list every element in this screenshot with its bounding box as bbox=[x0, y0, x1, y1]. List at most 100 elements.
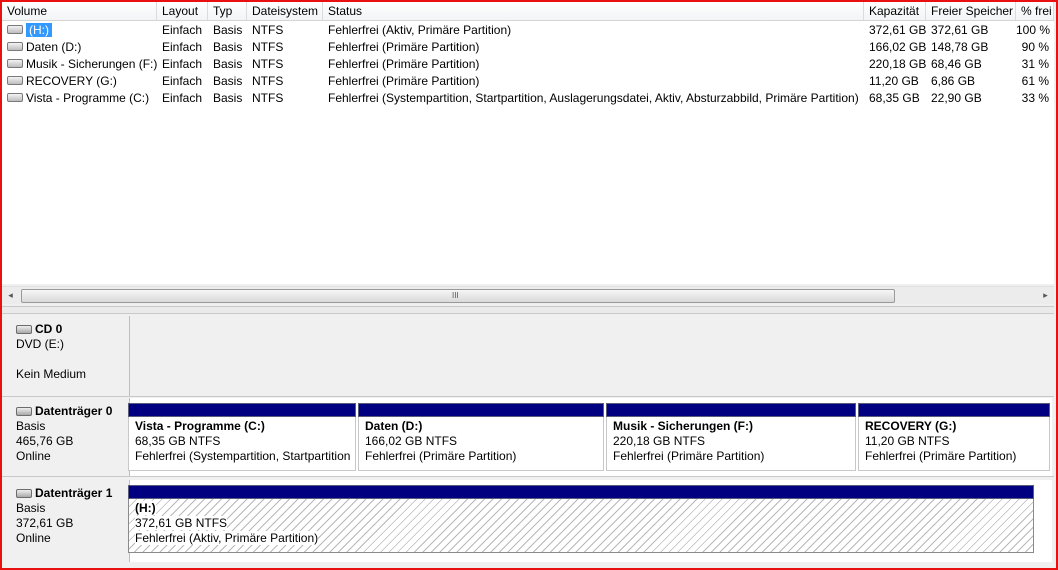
volume-filesystem: NTFS bbox=[252, 40, 284, 54]
volume-status: Fehlerfrei (Aktiv, Primäre Partition) bbox=[328, 23, 512, 37]
disk-state: Online bbox=[16, 449, 51, 463]
partition-size: 220,18 GB NTFS bbox=[613, 434, 706, 448]
partition-name: Daten (D:) bbox=[365, 419, 423, 433]
volume-capacity: 220,18 GB bbox=[869, 57, 926, 71]
column-header-dateisystem[interactable]: Dateisystem bbox=[247, 2, 323, 20]
volume-filesystem: NTFS bbox=[252, 23, 284, 37]
disk-type: Basis bbox=[16, 419, 46, 433]
scrollbar-thumb[interactable]: III bbox=[21, 289, 895, 303]
partition-size: 68,35 GB NTFS bbox=[135, 434, 221, 448]
partition-size: 372,61 GB NTFS bbox=[135, 516, 228, 530]
partition-size: 11,20 GB NTFS bbox=[865, 434, 950, 448]
drive-icon bbox=[7, 93, 23, 103]
partition-name: Musik - Sicherungen (F:) bbox=[613, 419, 754, 433]
volume-name: RECOVERY (G:) bbox=[26, 74, 117, 88]
volume-capacity: 166,02 GB bbox=[869, 40, 926, 54]
column-header-layout[interactable]: Layout bbox=[157, 2, 208, 20]
volume-capacity: 372,61 GB bbox=[869, 23, 926, 37]
partition-name: Vista - Programme (C:) bbox=[135, 419, 265, 433]
volume-percent-free: 61 % bbox=[1021, 74, 1049, 88]
partition-status: Fehlerfrei (Aktiv, Primäre Partition) bbox=[135, 531, 319, 545]
volume-layout: Einfach bbox=[162, 23, 203, 37]
table-row[interactable]: RECOVERY (G:) Einfach Basis NTFS Fehlerf… bbox=[2, 73, 1054, 90]
table-row[interactable]: Vista - Programme (C:) Einfach Basis NTF… bbox=[2, 90, 1054, 107]
disk-label-1[interactable]: Datenträger 1 Basis 372,61 GB Online bbox=[8, 480, 130, 562]
hard-disk-icon bbox=[16, 489, 32, 499]
volume-typ: Basis bbox=[213, 57, 243, 71]
column-header-row: Volume Layout Typ Dateisystem Status Kap… bbox=[2, 2, 1054, 21]
table-row[interactable]: Musik - Sicherungen (F:) Einfach Basis N… bbox=[2, 56, 1054, 73]
drive-icon bbox=[7, 42, 23, 52]
drive-icon bbox=[7, 59, 23, 69]
volume-layout: Einfach bbox=[162, 91, 203, 105]
partition-bar bbox=[858, 403, 1050, 417]
volume-typ: Basis bbox=[213, 74, 243, 88]
volume-layout: Einfach bbox=[162, 74, 203, 88]
volume-capacity: 11,20 GB bbox=[869, 74, 919, 88]
partition-bar bbox=[128, 403, 356, 417]
volume-free-space: 372,61 GB bbox=[931, 23, 989, 37]
disk-size: 465,76 GB bbox=[16, 434, 74, 448]
volume-free-space: 68,46 GB bbox=[931, 57, 982, 71]
disk-title: Datenträger 0 bbox=[35, 404, 113, 418]
partition-c[interactable]: Vista - Programme (C:) 68,35 GB NTFS Feh… bbox=[128, 417, 356, 471]
volume-free-space: 6,86 GB bbox=[931, 74, 976, 88]
disk-label-0[interactable]: Datenträger 0 Basis 465,76 GB Online bbox=[8, 398, 130, 476]
volume-status: Fehlerfrei (Primäre Partition) bbox=[328, 40, 480, 54]
volume-typ: Basis bbox=[213, 23, 243, 37]
scroll-right-arrow-icon[interactable]: ▸ bbox=[1037, 287, 1054, 304]
volume-filesystem: NTFS bbox=[252, 74, 284, 88]
column-header-status[interactable]: Status bbox=[323, 2, 864, 20]
scroll-left-arrow-icon[interactable]: ◂ bbox=[2, 287, 19, 304]
column-header-typ[interactable]: Typ bbox=[208, 2, 247, 20]
partition-g[interactable]: RECOVERY (G:) 11,20 GB NTFS Fehlerfrei (… bbox=[858, 417, 1050, 471]
volume-capacity: 68,35 GB bbox=[869, 91, 920, 105]
disk-area-cd0 bbox=[130, 316, 1052, 396]
partition-status: Fehlerfrei (Primäre Partition) bbox=[365, 449, 517, 463]
volume-name: Daten (D:) bbox=[26, 40, 82, 54]
volume-name: (H:) bbox=[26, 23, 52, 37]
partition-status: Fehlerfrei (Primäre Partition) bbox=[613, 449, 765, 463]
scrollbar-grip-icon: III bbox=[452, 291, 459, 300]
volume-percent-free: 100 % bbox=[1016, 23, 1051, 37]
partition-h[interactable]: (H:) 372,61 GB NTFS Fehlerfrei (Aktiv, P… bbox=[128, 499, 1034, 553]
column-header-freier-speicher[interactable]: Freier Speicher bbox=[926, 2, 1016, 20]
cd-drive-icon bbox=[16, 325, 32, 335]
volume-free-space: 22,90 GB bbox=[931, 91, 982, 105]
volume-layout: Einfach bbox=[162, 57, 203, 71]
drive-icon bbox=[7, 25, 23, 35]
volume-status: Fehlerfrei (Primäre Partition) bbox=[328, 74, 480, 88]
volume-percent-free: 33 % bbox=[1021, 91, 1049, 105]
disk-media-status: Kein Medium bbox=[16, 367, 87, 381]
partition-name: RECOVERY (G:) bbox=[865, 419, 957, 433]
disk-state: Online bbox=[16, 531, 51, 545]
horizontal-scrollbar[interactable]: ◂ III ▸ bbox=[2, 286, 1054, 304]
partition-status: Fehlerfrei (Systempartition, Startpartit… bbox=[135, 449, 351, 463]
volume-free-space: 148,78 GB bbox=[931, 40, 989, 54]
volume-name: Vista - Programme (C:) bbox=[26, 91, 150, 105]
partition-bar bbox=[606, 403, 856, 417]
table-row[interactable]: Daten (D:) Einfach Basis NTFS Fehlerfrei… bbox=[2, 39, 1054, 56]
column-header-kapazitaet[interactable]: Kapazität bbox=[864, 2, 926, 20]
disk-type: Basis bbox=[16, 501, 46, 515]
column-header-prozent-frei[interactable]: % frei bbox=[1016, 2, 1054, 20]
volume-list[interactable]: Volume Layout Typ Dateisystem Status Kap… bbox=[2, 2, 1054, 284]
table-row[interactable]: (H:) Einfach Basis NTFS Fehlerfrei (Akti… bbox=[2, 22, 1054, 39]
disk-title: CD 0 bbox=[35, 322, 63, 336]
partition-bar bbox=[358, 403, 604, 417]
hard-disk-icon bbox=[16, 407, 32, 417]
partition-status: Fehlerfrei (Primäre Partition) bbox=[865, 449, 1017, 463]
partition-size: 166,02 GB NTFS bbox=[365, 434, 458, 448]
pane-splitter[interactable] bbox=[2, 306, 1054, 314]
partition-d[interactable]: Daten (D:) 166,02 GB NTFS Fehlerfrei (Pr… bbox=[358, 417, 604, 471]
volume-filesystem: NTFS bbox=[252, 57, 284, 71]
disk-area-1: (H:) 372,61 GB NTFS Fehlerfrei (Aktiv, P… bbox=[128, 480, 1052, 562]
disk-area-0: Vista - Programme (C:) 68,35 GB NTFS Feh… bbox=[128, 398, 1052, 476]
volume-percent-free: 90 % bbox=[1021, 40, 1049, 54]
column-header-volume[interactable]: Volume bbox=[2, 2, 157, 20]
volume-typ: Basis bbox=[213, 40, 243, 54]
volume-layout: Einfach bbox=[162, 40, 203, 54]
disk-label-cd0[interactable]: CD 0 DVD (E:) Kein Medium bbox=[8, 316, 130, 396]
partition-f[interactable]: Musik - Sicherungen (F:) 220,18 GB NTFS … bbox=[606, 417, 856, 471]
disk-row-0: Datenträger 0 Basis 465,76 GB Online Vis… bbox=[4, 398, 1052, 476]
